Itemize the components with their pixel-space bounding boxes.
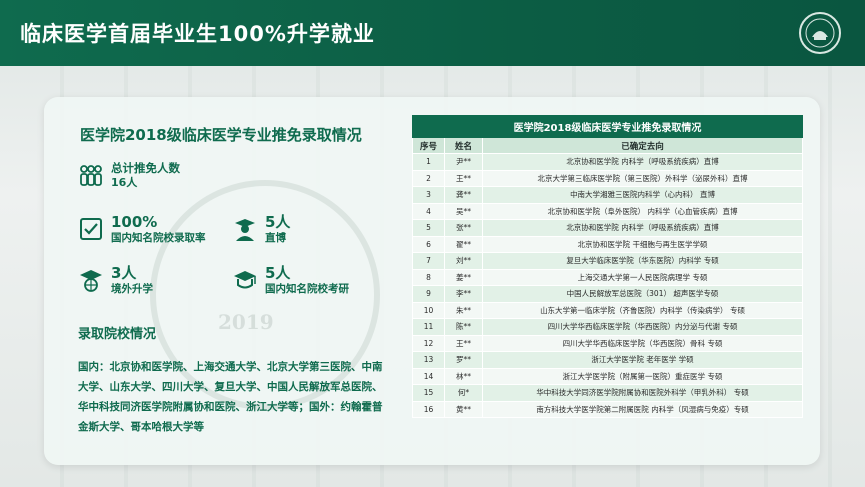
table-row: 16 黄** 南方科技大学医学院第二附属医院 内科学（风湿病与免疫）专硕 (412, 400, 804, 418)
table-row: 3 龚** 中南大学湘雅三医院内科学（心内科） 直博 (412, 186, 804, 204)
mortarboard-icon (234, 271, 256, 289)
section-title: 医学院2018级临床医学专业推免录取情况 (80, 126, 362, 144)
cell-name: 陈** (444, 318, 483, 336)
cell-destination: 南方科技大学医学院第二附属医院 内科学（风湿病与免疫）专硕 (481, 400, 804, 418)
table-row: 14 林** 浙江大学医学院（附属第一医院）重症医学 专硕 (412, 367, 804, 385)
cell-name: 张** (444, 219, 483, 237)
cell-name: 李** (444, 285, 483, 303)
table-row: 5 张** 北京协和医学院 内科学（呼吸系统疾病）直博 (412, 219, 804, 237)
direct-label: 直博 (265, 232, 286, 244)
cell-destination: 浙江大学医学院 老年医学 学硕 (481, 351, 804, 369)
cell-index: 6 (412, 235, 445, 253)
stat-rate: 100% 国内知名院校录取率 (78, 214, 206, 245)
cell-name: 吴** (444, 202, 483, 220)
cell-destination: 四川大学华西临床医学院（华西医院）骨科 专硕 (481, 334, 804, 352)
cell-index: 1 (412, 153, 445, 171)
cell-destination: 山东大学第一临床学院（齐鲁医院）内科学（传染病学） 专硕 (481, 301, 804, 319)
stat-abroad: 3人 境外升学 (78, 265, 153, 296)
rate-label: 国内知名院校录取率 (111, 232, 206, 244)
page-title: 临床医学首届毕业生100%升学就业 (20, 22, 375, 46)
cell-index: 9 (412, 285, 445, 303)
cell-index: 8 (412, 268, 445, 286)
cell-destination: 四川大学华西临床医学院（华西医院）内分泌与代谢 专硕 (481, 318, 804, 336)
cell-name: 王** (444, 169, 483, 187)
header-bar: 临床医学首届毕业生100%升学就业 (0, 0, 865, 66)
cell-name: 刘** (444, 252, 483, 270)
cell-destination: 中国人民解放军总医院（301） 超声医学专硕 (481, 285, 804, 303)
stat-exam: 5人 国内知名院校考研 (232, 265, 349, 296)
cell-index: 4 (412, 202, 445, 220)
table-row: 1 尹** 北京协和医学院 内科学（呼吸系统疾病）直博 (412, 153, 804, 171)
table-header-index: 序号 (412, 137, 445, 154)
cell-index: 5 (412, 219, 445, 237)
check-icon (80, 218, 102, 240)
table-row: 12 王** 四川大学华西临床医学院（华西医院）骨科 专硕 (412, 334, 804, 352)
direct-value: 5人 (265, 213, 291, 231)
cell-index: 12 (412, 334, 445, 352)
table-header-destination: 已确定去向 (481, 137, 804, 154)
admission-table: 医学院2018级临床医学专业推免录取情况 序号 姓名 已确定去向 1 尹** 北京协… (411, 115, 804, 418)
cell-index: 16 (412, 400, 445, 418)
exam-value: 5人 (265, 264, 291, 282)
cell-name: 朱** (444, 301, 483, 319)
abroad-label: 境外升学 (111, 283, 153, 295)
cell-name: 翟** (444, 235, 483, 253)
admission-table-wrapper: 医学院2018级临床医学专业推免录取情况 序号 姓名 已确定去向 1 尹** 北京协… (411, 115, 804, 418)
table-row: 11 陈** 四川大学华西临床医学院（华西医院）内分泌与代谢 专硕 (412, 318, 804, 336)
cell-name: 黄** (444, 400, 483, 418)
abroad-value: 3人 (111, 264, 137, 282)
cell-destination: 北京协和医学院（阜外医院） 内科学（心血管疾病）直博 (481, 202, 804, 220)
cell-index: 3 (412, 186, 445, 204)
cell-name: 罗** (444, 351, 483, 369)
cell-name: 何* (444, 384, 483, 402)
table-caption: 医学院2018级临床医学专业推免录取情况 (411, 115, 804, 138)
table-row: 6 翟** 北京协和医学院 干细胞与再生医学学硕 (412, 235, 804, 253)
cell-destination: 北京大学第三临床医学院（第三医院）外科学（泌尿外科）直博 (481, 169, 804, 187)
exam-label: 国内知名院校考研 (265, 283, 349, 295)
cell-index: 2 (412, 169, 445, 187)
mortarboard-globe-icon (80, 270, 102, 292)
watermark-year: 2019 (218, 310, 274, 334)
admit-title: 录取院校情况 (78, 327, 157, 342)
cell-destination: 北京协和医学院 干细胞与再生医学学硕 (481, 235, 804, 253)
admit-text: 国内：北京协和医学院、上海交通大学、北京大学第三医院、中南大学、山东大学、四川大… (78, 361, 383, 433)
table-header-name: 姓名 (444, 137, 483, 154)
cell-destination: 中南大学湘雅三医院内科学（心内科） 直博 (481, 186, 804, 204)
cell-destination: 复旦大学临床医学院（华东医院）内科学 专硕 (481, 252, 804, 270)
table-row: 9 李** 中国人民解放军总医院（301） 超声医学专硕 (412, 285, 804, 303)
cell-index: 13 (412, 351, 445, 369)
cell-index: 14 (412, 367, 445, 385)
people-icon (80, 165, 102, 186)
graduate-icon (235, 219, 255, 241)
cell-index: 10 (412, 301, 445, 319)
cell-name: 王** (444, 334, 483, 352)
table-row: 4 吴** 北京协和医学院（阜外医院） 内科学（心血管疾病）直博 (412, 202, 804, 220)
cell-name: 姜** (444, 268, 483, 286)
total-label: 总计推免人数 (111, 161, 180, 175)
stat-total: 总计推免人数 16人 (78, 160, 180, 190)
cell-index: 11 (412, 318, 445, 336)
cell-name: 尹** (444, 153, 483, 171)
table-row: 2 王** 北京大学第三临床医学院（第三医院）外科学（泌尿外科）直博 (412, 169, 804, 187)
cell-name: 林** (444, 367, 483, 385)
table-row: 13 罗** 浙江大学医学院 老年医学 学硕 (412, 351, 804, 369)
total-value: 16人 (111, 176, 138, 189)
cell-index: 15 (412, 384, 445, 402)
table-row: 10 朱** 山东大学第一临床学院（齐鲁医院）内科学（传染病学） 专硕 (412, 301, 804, 319)
logo-icon (799, 12, 841, 54)
cell-name: 龚** (444, 186, 483, 204)
table-row: 7 刘** 复旦大学临床医学院（华东医院）内科学 专硕 (412, 252, 804, 270)
cell-destination: 北京协和医学院 内科学（呼吸系统疾病）直博 (481, 153, 804, 171)
table-body: 1 尹** 北京协和医学院 内科学（呼吸系统疾病）直博 2 王** 北京大学第三临床医学院… (412, 153, 804, 418)
cell-destination: 上海交通大学第一人民医院病理学 专硕 (481, 268, 804, 286)
stat-direct: 5人 直博 (232, 214, 290, 245)
cell-destination: 华中科技大学同济医学院附属协和医院外科学（甲乳外科） 专硕 (481, 384, 804, 402)
cell-destination: 北京协和医学院 内科学（呼吸系统疾病）直博 (481, 219, 804, 237)
cell-destination: 浙江大学医学院（附属第一医院）重症医学 专硕 (481, 367, 804, 385)
rate-value: 100% (111, 213, 158, 231)
cell-index: 7 (412, 252, 445, 270)
table-row: 8 姜** 上海交通大学第一人民医院病理学 专硕 (412, 268, 804, 286)
table-row: 15 何* 华中科技大学同济医学院附属协和医院外科学（甲乳外科） 专硕 (412, 384, 804, 402)
